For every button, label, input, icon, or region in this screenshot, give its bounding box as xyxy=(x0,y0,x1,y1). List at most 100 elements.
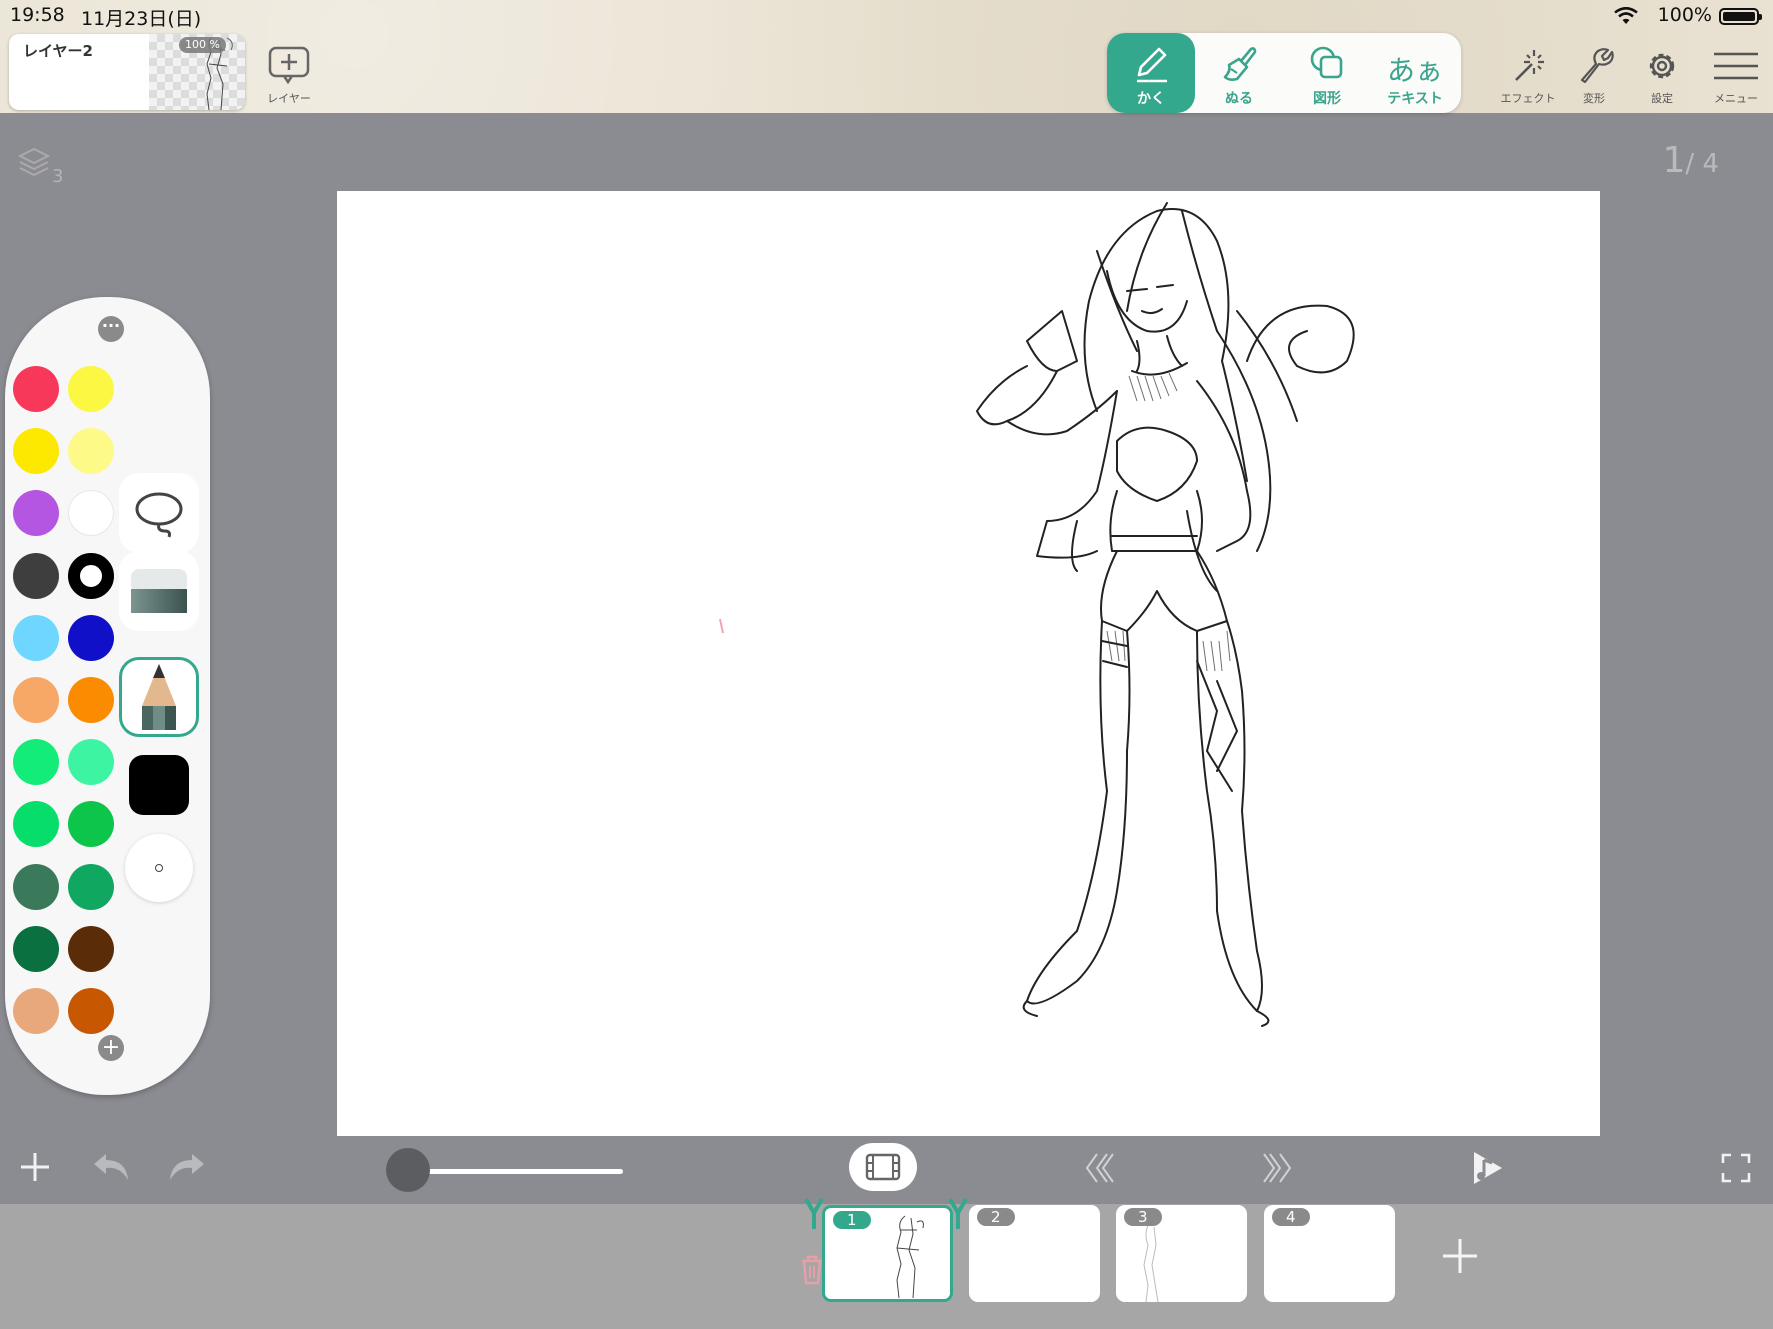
color-swatch[interactable] xyxy=(13,988,59,1034)
brush-icon xyxy=(1223,47,1257,81)
tool-fill-button[interactable]: ぬる xyxy=(1195,33,1283,113)
tool-draw-label: かく xyxy=(1137,91,1165,107)
wifi-icon xyxy=(1614,7,1638,24)
effect-label: エフェクト xyxy=(1500,92,1556,105)
brush-size-indicator[interactable] xyxy=(125,834,193,902)
color-swatch[interactable] xyxy=(13,428,59,475)
pencil-tool-button[interactable] xyxy=(119,657,199,737)
tool-fill-label: ぬる xyxy=(1225,91,1253,107)
tool-draw-button[interactable]: かく xyxy=(1107,33,1195,113)
layer-opacity-badge: 100 % xyxy=(179,37,226,53)
onion-skin-slider-handle[interactable] xyxy=(386,1148,430,1192)
frame-number: 4 xyxy=(1272,1208,1310,1226)
film-icon xyxy=(865,1153,901,1181)
settings-label: 設定 xyxy=(1651,92,1673,105)
color-swatch[interactable] xyxy=(68,614,114,661)
page-current: 1 xyxy=(1662,140,1686,181)
menu-label: メニュー xyxy=(1714,92,1758,105)
top-toolbar: 19:58 11月23日(日) 100% レイヤー2 100 % レイヤー かく… xyxy=(0,0,1773,113)
magic-wand-icon xyxy=(1515,50,1544,81)
trash-icon[interactable] xyxy=(800,1255,824,1285)
tool-text-label: テキスト xyxy=(1387,91,1443,107)
current-color-swatch[interactable] xyxy=(129,755,189,815)
layer-count: 3 xyxy=(52,166,64,187)
gear-icon xyxy=(1649,53,1675,79)
wrench-icon xyxy=(1580,48,1614,84)
color-swatch[interactable] xyxy=(13,739,59,786)
previous-frame-button[interactable] xyxy=(1083,1152,1119,1188)
menu-button[interactable]: メニュー xyxy=(1706,48,1766,106)
lasso-icon xyxy=(135,492,183,538)
undo-button[interactable] xyxy=(92,1150,132,1188)
transform-label: 変形 xyxy=(1583,92,1605,105)
color-swatch[interactable] xyxy=(68,863,114,910)
layers-indicator[interactable]: 3 xyxy=(17,146,68,187)
pencil-icon xyxy=(142,664,176,730)
next-frame-button[interactable] xyxy=(1258,1152,1294,1188)
settings-button[interactable]: 設定 xyxy=(1634,48,1690,106)
transform-button[interactable]: 変形 xyxy=(1566,48,1622,106)
drawing-canvas[interactable] xyxy=(337,191,1600,1136)
color-swatch[interactable] xyxy=(68,366,114,412)
color-swatch[interactable] xyxy=(68,988,114,1034)
frame-number: 3 xyxy=(1124,1208,1162,1226)
frame-number: 2 xyxy=(977,1208,1015,1226)
hamburger-icon xyxy=(1714,52,1758,80)
onion-skin-slider-track[interactable] xyxy=(405,1169,623,1174)
play-button[interactable] xyxy=(1470,1150,1506,1190)
battery-percent: 100% xyxy=(1657,4,1712,26)
status-time: 19:58 xyxy=(10,4,65,26)
plus-icon xyxy=(21,1153,49,1181)
layer-name: レイヤー2 xyxy=(23,42,93,60)
color-swatch[interactable] xyxy=(68,428,114,475)
color-swatch[interactable] xyxy=(13,614,59,661)
color-swatch[interactable] xyxy=(68,677,114,723)
color-swatch[interactable] xyxy=(13,925,59,972)
status-date: 11月23日(日) xyxy=(81,8,202,30)
color-swatch[interactable] xyxy=(13,490,59,537)
tool-selector: かく ぬる 図形 あぁ テキスト xyxy=(1107,33,1461,113)
add-color-icon[interactable]: + xyxy=(98,1035,124,1061)
add-layer-button[interactable]: レイヤー xyxy=(263,46,315,106)
page-indicator: 1/ 4 xyxy=(1662,140,1719,181)
color-swatch[interactable] xyxy=(68,801,114,848)
color-swatch[interactable] xyxy=(68,552,114,599)
tool-shape-button[interactable]: 図形 xyxy=(1283,33,1371,113)
redo-button[interactable] xyxy=(166,1150,206,1188)
color-swatch[interactable] xyxy=(13,677,59,723)
add-layer-label: レイヤー xyxy=(267,92,311,105)
page-total: 4 xyxy=(1702,149,1719,179)
current-layer-card[interactable]: レイヤー2 100 % xyxy=(9,34,245,110)
color-swatch[interactable] xyxy=(13,366,59,412)
color-swatch[interactable] xyxy=(68,490,114,537)
timeline-frame-3[interactable]: 3 xyxy=(1116,1205,1247,1302)
palette-more-icon[interactable]: ··· xyxy=(98,316,124,342)
battery-icon xyxy=(1719,8,1762,25)
fullscreen-button[interactable] xyxy=(1721,1153,1751,1187)
timeline-frame-2[interactable]: 2 xyxy=(969,1205,1100,1302)
shape-icon xyxy=(1310,46,1343,79)
tool-shape-label: 図形 xyxy=(1313,91,1341,107)
tool-text-button[interactable]: あぁ テキスト xyxy=(1371,33,1459,113)
fullscreen-icon xyxy=(1721,1153,1751,1183)
add-button[interactable] xyxy=(18,1150,52,1188)
color-swatch[interactable] xyxy=(13,801,59,848)
frame-number: 1 xyxy=(833,1211,871,1229)
color-swatch[interactable] xyxy=(13,863,59,910)
character-sketch xyxy=(719,202,1355,1027)
chevron-double-right-icon xyxy=(1263,1153,1292,1183)
eraser-tool-button[interactable] xyxy=(119,551,199,631)
effect-button[interactable]: エフェクト xyxy=(1498,48,1558,106)
layers-icon xyxy=(17,147,51,177)
lasso-tool-button[interactable] xyxy=(119,473,199,553)
chevron-double-left-icon xyxy=(1085,1153,1114,1183)
timeline-frame-1[interactable]: 1 xyxy=(822,1205,953,1302)
timeline-frame-4[interactable]: 4 xyxy=(1264,1205,1395,1302)
color-swatch[interactable] xyxy=(68,739,114,786)
range-start-marker-icon[interactable] xyxy=(804,1197,824,1231)
plus-icon xyxy=(1443,1239,1477,1273)
frames-view-button[interactable] xyxy=(849,1143,917,1191)
color-swatch[interactable] xyxy=(68,925,114,972)
add-frame-button[interactable] xyxy=(1440,1236,1480,1280)
color-swatch[interactable] xyxy=(13,552,59,599)
